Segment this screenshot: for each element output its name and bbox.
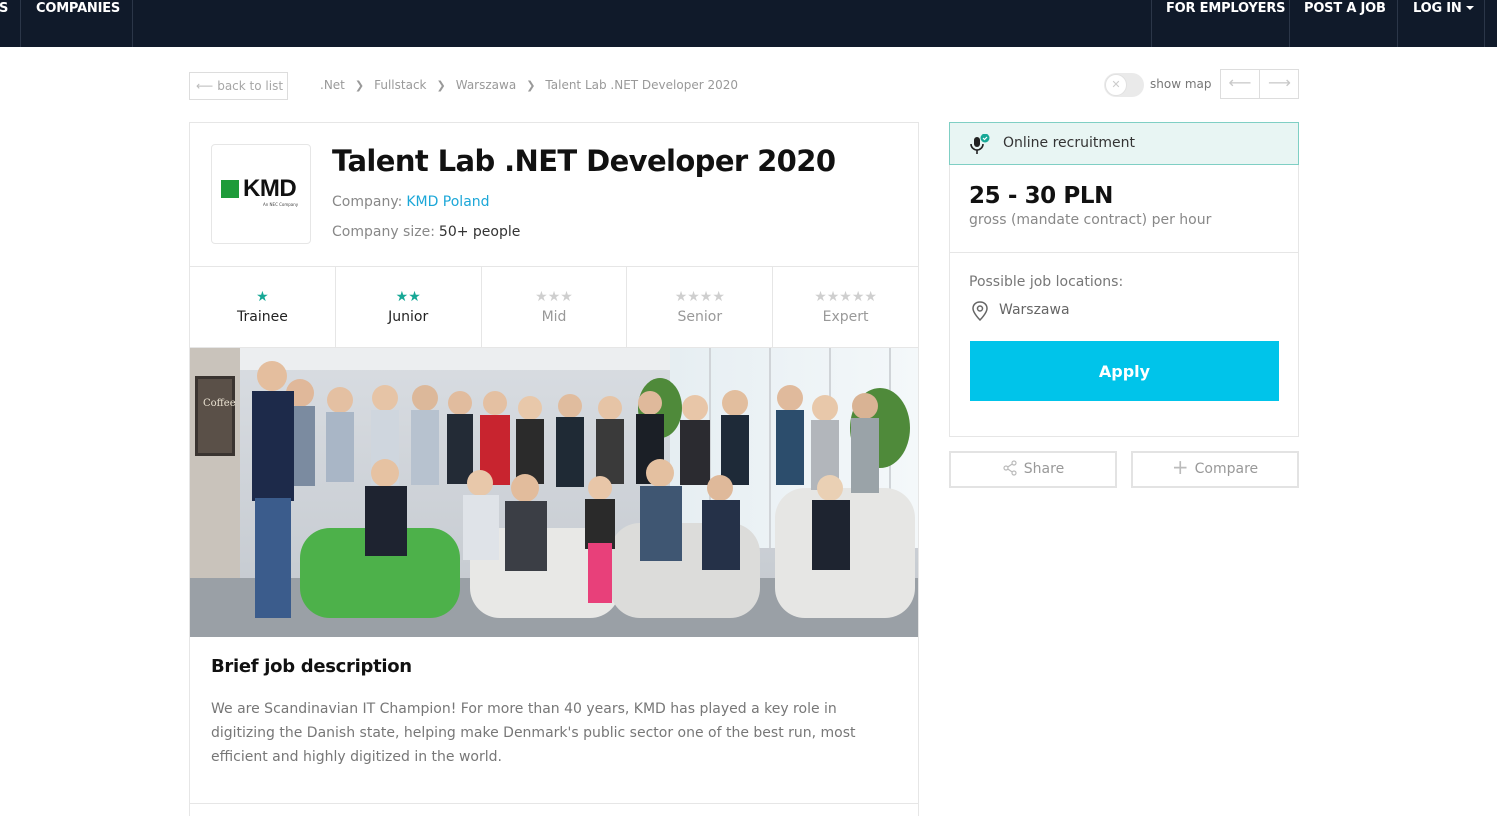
svg-text:Coffee: Coffee — [203, 398, 236, 409]
divider — [950, 252, 1298, 253]
star-rating: ★★★ — [482, 289, 627, 307]
company-logo[interactable]: KMD An NEC Company — [211, 144, 311, 244]
nav-separator — [1151, 0, 1152, 47]
description-text: We are Scandinavian IT Champion! For mor… — [211, 701, 856, 765]
star-icon: ★★★★ — [674, 289, 725, 305]
nav-separator — [1484, 0, 1485, 47]
chevron-right-icon: ❯ — [526, 79, 536, 92]
nav-separator — [132, 0, 133, 47]
offer-navigation: ⟵ ⟶ — [1220, 69, 1299, 99]
salary-range: 25 - 30 PLN — [969, 183, 1113, 209]
back-to-list-button[interactable]: ⟵ back to list — [189, 72, 288, 100]
job-offer-card: KMD An NEC Company Talent Lab .NET Devel… — [189, 122, 919, 816]
level-junior: ★★ Junior — [336, 267, 482, 347]
level-mid: ★★★ Mid — [482, 267, 628, 347]
plus-icon: + — [1171, 455, 1189, 479]
chevron-right-icon: ❯ — [354, 79, 365, 92]
team-photo: Coffee — [190, 348, 918, 637]
nav-item-partial[interactable]: S — [0, 0, 8, 47]
seniority-levels: ★ Trainee ★★ Junior ★★★ Mid ★★★★ Senior … — [190, 266, 918, 348]
log-in-label: LOG IN — [1413, 1, 1462, 16]
nav-item-post-a-job[interactable]: POST A JOB — [1304, 0, 1386, 47]
level-label: Junior — [388, 309, 429, 325]
compare-label: Compare — [1194, 461, 1259, 477]
description-heading: Brief job description — [211, 656, 412, 677]
share-label: Share — [1023, 461, 1065, 477]
map-pin-icon — [972, 301, 988, 321]
star-rating: ★★★★ — [627, 289, 772, 307]
level-label: Senior — [677, 309, 723, 325]
show-map-label: show map — [1150, 77, 1212, 91]
logo-text: KMD — [243, 175, 297, 202]
company-size-label: Company size: — [332, 224, 435, 240]
online-recruitment-label: Online recruitment — [1003, 135, 1135, 151]
back-to-list-label: back to list — [217, 79, 284, 93]
company-size-row: Company size: 50+ people — [332, 224, 520, 240]
nav-item-for-employers[interactable]: FOR EMPLOYERS — [1166, 0, 1285, 47]
star-rating: ★ — [190, 289, 335, 307]
breadcrumb-item-current: Talent Lab .NET Developer 2020 — [545, 78, 739, 92]
logo-subtext: An NEC Company — [263, 202, 299, 207]
nav-item-log-in[interactable]: LOG IN — [1413, 0, 1474, 47]
star-icon: ★ — [256, 289, 269, 305]
breadcrumb-item[interactable]: Fullstack — [374, 78, 426, 92]
nav-separator — [1397, 0, 1398, 47]
nav-item-companies[interactable]: COMPANIES — [36, 0, 120, 47]
logo-mark — [221, 180, 239, 198]
show-map-toggle[interactable]: ✕ — [1104, 73, 1144, 97]
locations-label: Possible job locations: — [969, 274, 1124, 290]
company-link[interactable]: KMD Poland — [406, 194, 489, 210]
breadcrumb-item[interactable]: .Net — [320, 78, 345, 92]
star-icon: ★★★ — [535, 289, 573, 305]
arrow-left-icon: ⟵ — [196, 79, 214, 93]
offer-summary-panel: Online recruitment 25 - 30 PLN gross (ma… — [949, 122, 1299, 437]
location-value[interactable]: Warszawa — [999, 302, 1070, 318]
star-rating: ★★ — [336, 289, 481, 307]
compare-button[interactable]: + Compare — [1131, 451, 1299, 488]
level-label: Expert — [822, 309, 869, 325]
top-nav: S COMPANIES FOR EMPLOYERS POST A JOB LOG… — [0, 0, 1497, 47]
nav-separator — [20, 0, 21, 47]
online-recruitment-badge: Online recruitment — [949, 122, 1299, 165]
level-label: Trainee — [236, 309, 288, 325]
level-trainee: ★ Trainee — [190, 267, 336, 347]
divider — [190, 803, 918, 804]
chevron-right-icon: ❯ — [436, 79, 446, 92]
level-senior: ★★★★ Senior — [627, 267, 774, 347]
company-row: Company: KMD Poland — [332, 194, 490, 210]
salary-note: gross (mandate contract) per hour — [969, 212, 1212, 228]
star-icon: ★★★★★ — [814, 289, 877, 305]
company-label: Company: — [332, 194, 403, 210]
level-label: Mid — [541, 309, 567, 325]
nav-separator — [1289, 0, 1290, 47]
job-title: Talent Lab .NET Developer 2020 — [332, 144, 836, 178]
microphone-check-icon — [970, 134, 990, 154]
close-icon: ✕ — [1105, 74, 1127, 96]
star-rating: ★★★★★ — [773, 289, 918, 307]
next-offer-arrow-icon[interactable]: ⟶ — [1260, 70, 1299, 98]
previous-offer-arrow-icon[interactable]: ⟵ — [1221, 70, 1260, 98]
share-icon — [1003, 459, 1017, 476]
breadcrumb-item[interactable]: Warszawa — [456, 78, 516, 92]
level-expert: ★★★★★ Expert — [773, 267, 918, 347]
apply-button[interactable]: Apply — [970, 341, 1279, 401]
company-size-value: 50+ people — [438, 224, 521, 240]
caret-down-icon — [1465, 5, 1474, 10]
star-icon: ★★ — [395, 289, 421, 305]
share-button[interactable]: Share — [949, 451, 1117, 488]
team-photo-illustration: Coffee — [190, 348, 918, 637]
breadcrumb: .Net ❯ Fullstack ❯ Warszawa ❯ Talent Lab .NET … — [320, 78, 738, 92]
